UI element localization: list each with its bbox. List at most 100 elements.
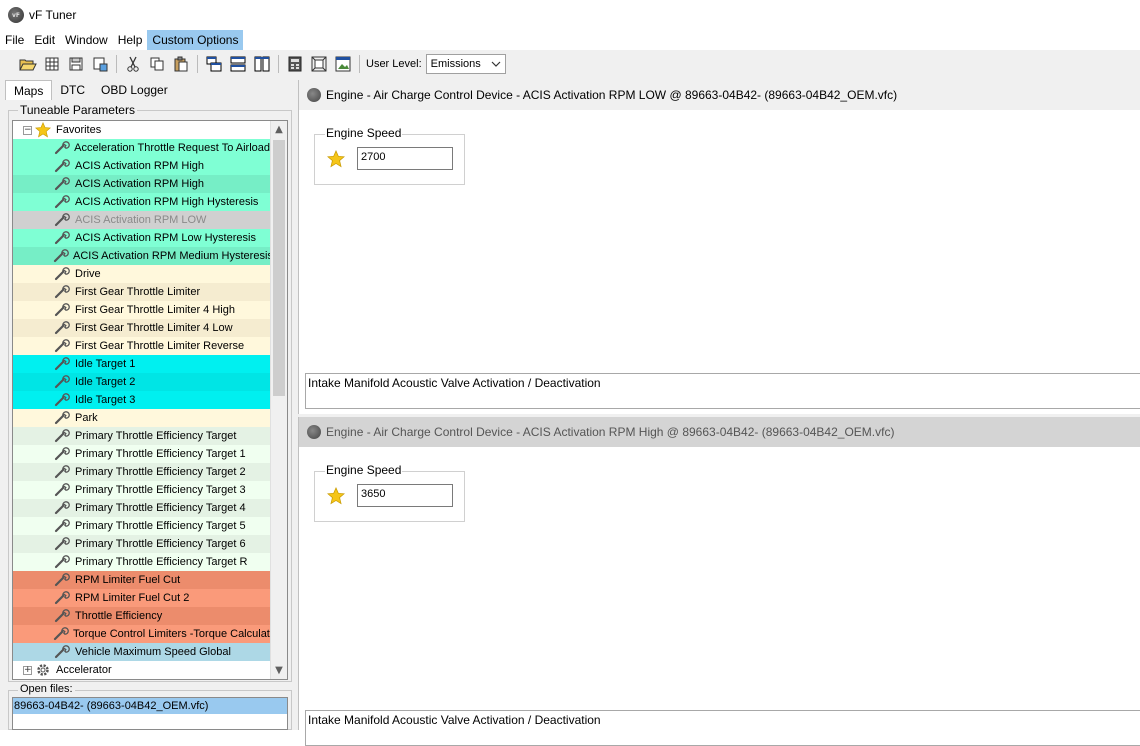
menu-window[interactable]: Window bbox=[60, 30, 113, 50]
save-as-icon[interactable] bbox=[90, 54, 110, 74]
tree-item[interactable]: Idle Target 1 bbox=[13, 355, 270, 373]
tree-item[interactable]: First Gear Throttle Limiter 4 High bbox=[13, 301, 270, 319]
tree-folder-favorites[interactable]: − Favorites bbox=[13, 121, 270, 139]
tab-obd-logger[interactable]: OBD Logger bbox=[93, 80, 176, 100]
tree-item-label: Primary Throttle Efficiency Target 5 bbox=[75, 520, 246, 532]
tree-item[interactable]: Idle Target 2 bbox=[13, 373, 270, 391]
tree-item[interactable]: Primary Throttle Efficiency Target R bbox=[13, 553, 270, 571]
engine-speed-input[interactable]: 2700 bbox=[357, 147, 453, 170]
wrench-icon bbox=[53, 554, 71, 570]
wrench-icon bbox=[53, 572, 71, 588]
window-title: vF Tuner bbox=[29, 8, 77, 22]
tree-item[interactable]: Torque Control Limiters -Torque Calculat… bbox=[13, 625, 270, 643]
map-description: Intake Manifold Acoustic Valve Activatio… bbox=[305, 710, 1140, 746]
paste-icon[interactable] bbox=[171, 54, 191, 74]
parameter-tree[interactable]: − Favorites Acceleration Throttle Request … bbox=[12, 120, 288, 680]
tree-item[interactable]: ACIS Activation RPM LOW bbox=[13, 211, 270, 229]
tree-item-label: Primary Throttle Efficiency Target 3 bbox=[75, 484, 246, 496]
cascade-windows-icon[interactable] bbox=[204, 54, 224, 74]
tab-maps[interactable]: Maps bbox=[5, 80, 53, 100]
tree-item-label: ACIS Activation RPM LOW bbox=[75, 214, 207, 226]
tree-item[interactable]: Idle Target 3 bbox=[13, 391, 270, 409]
scroll-down-icon[interactable]: ▼ bbox=[271, 662, 287, 679]
tree-item[interactable]: ACIS Activation RPM High Hysteresis bbox=[13, 193, 270, 211]
tree-item[interactable]: RPM Limiter Fuel Cut 2 bbox=[13, 589, 270, 607]
gear-icon bbox=[34, 662, 52, 678]
grid-icon[interactable] bbox=[42, 54, 62, 74]
open-folder-icon[interactable] bbox=[18, 54, 38, 74]
tree-item[interactable]: Primary Throttle Efficiency Target 4 bbox=[13, 499, 270, 517]
wrench-icon bbox=[53, 266, 71, 282]
scroll-thumb[interactable] bbox=[273, 140, 285, 396]
tree-item[interactable]: Primary Throttle Efficiency Target 1 bbox=[13, 445, 270, 463]
tree-item-label: ACIS Activation RPM Low Hysteresis bbox=[75, 232, 256, 244]
wrench-icon bbox=[53, 410, 71, 426]
tree-item[interactable]: First Gear Throttle Limiter bbox=[13, 283, 270, 301]
star-icon[interactable] bbox=[327, 487, 345, 505]
wrench-icon bbox=[53, 338, 71, 354]
tree-item[interactable]: ACIS Activation RPM High bbox=[13, 175, 270, 193]
menu-help[interactable]: Help bbox=[113, 30, 148, 50]
tree-item[interactable]: Acceleration Throttle Request To Airload bbox=[13, 139, 270, 157]
wrench-icon bbox=[53, 374, 71, 390]
tree-item[interactable]: ACIS Activation RPM Low Hysteresis bbox=[13, 229, 270, 247]
user-level-label: User Level: bbox=[366, 58, 422, 70]
menu-file[interactable]: File bbox=[0, 30, 29, 50]
fit-screen-icon[interactable] bbox=[309, 54, 329, 74]
star-icon[interactable] bbox=[327, 150, 345, 168]
tab-dtc[interactable]: DTC bbox=[52, 80, 93, 100]
tile-horizontal-icon[interactable] bbox=[228, 54, 248, 74]
tree-folder-accelerator[interactable]: + Accelerator bbox=[13, 661, 270, 679]
tree-item[interactable]: First Gear Throttle Limiter 4 Low bbox=[13, 319, 270, 337]
tree-item-label: Primary Throttle Efficiency Target 4 bbox=[75, 502, 246, 514]
collapse-icon[interactable]: − bbox=[23, 125, 32, 135]
wrench-icon bbox=[53, 140, 70, 156]
wrench-icon bbox=[53, 536, 71, 552]
open-files-list: 89663-04B42- (89663-04B42_OEM.vfc) bbox=[12, 697, 288, 730]
tree-item[interactable]: RPM Limiter Fuel Cut bbox=[13, 571, 270, 589]
tree-item[interactable]: ACIS Activation RPM High bbox=[13, 157, 270, 175]
copy-icon[interactable] bbox=[147, 54, 167, 74]
cut-icon[interactable] bbox=[123, 54, 143, 74]
tree-item[interactable]: ACIS Activation RPM Medium Hysteresis bbox=[13, 247, 270, 265]
tree-scrollbar[interactable]: ▲ ▼ bbox=[270, 121, 287, 679]
tree-item-label: First Gear Throttle Limiter Reverse bbox=[75, 340, 245, 352]
tree-item[interactable]: First Gear Throttle Limiter Reverse bbox=[13, 337, 270, 355]
open-file-item[interactable]: 89663-04B42- (89663-04B42_OEM.vfc) bbox=[13, 698, 287, 714]
tree-item[interactable]: Throttle Efficiency bbox=[13, 607, 270, 625]
tree-item[interactable]: Primary Throttle Efficiency Target 3 bbox=[13, 481, 270, 499]
map-window-title-bar[interactable]: Engine - Air Charge Control Device - ACI… bbox=[299, 417, 1140, 447]
tree-item-label: First Gear Throttle Limiter 4 Low bbox=[75, 322, 233, 334]
tree-item[interactable]: Vehicle Maximum Speed Global bbox=[13, 643, 270, 661]
wrench-icon bbox=[53, 248, 69, 264]
user-level-select[interactable]: Emissions bbox=[425, 54, 506, 74]
parameter-tree-items: − Favorites Acceleration Throttle Request … bbox=[13, 121, 270, 679]
tree-item[interactable]: Park bbox=[13, 409, 270, 427]
map-window-title: Engine - Air Charge Control Device - ACI… bbox=[326, 425, 895, 439]
tile-vertical-icon[interactable] bbox=[252, 54, 272, 74]
menu-custom-options[interactable]: Custom Options bbox=[147, 30, 244, 50]
tree-item-label: Throttle Efficiency bbox=[75, 610, 163, 622]
expand-icon[interactable]: + bbox=[23, 665, 32, 675]
toolbar-separator bbox=[278, 55, 279, 73]
scroll-up-icon[interactable]: ▲ bbox=[271, 121, 287, 138]
tree-item-label: RPM Limiter Fuel Cut bbox=[75, 574, 181, 586]
tree-item-label: ACIS Activation RPM High Hysteresis bbox=[75, 196, 259, 208]
tree-item[interactable]: Primary Throttle Efficiency Target 5 bbox=[13, 517, 270, 535]
tree-item[interactable]: Primary Throttle Efficiency Target 2 bbox=[13, 463, 270, 481]
menu-edit[interactable]: Edit bbox=[29, 30, 60, 50]
tree-item[interactable]: Drive bbox=[13, 265, 270, 283]
image-window-icon[interactable] bbox=[333, 54, 353, 74]
engine-speed-input[interactable]: 3650 bbox=[357, 484, 453, 507]
toolbar-separator bbox=[359, 55, 360, 73]
tree-item-label: Idle Target 3 bbox=[75, 394, 136, 406]
tree-item[interactable]: Primary Throttle Efficiency Target 6 bbox=[13, 535, 270, 553]
tree-item-label: Drive bbox=[75, 268, 101, 280]
calculator-icon[interactable] bbox=[285, 54, 305, 74]
save-icon[interactable] bbox=[66, 54, 86, 74]
map-window-title-bar[interactable]: Engine - Air Charge Control Device - ACI… bbox=[299, 80, 1140, 110]
tree-item[interactable]: Primary Throttle Efficiency Target bbox=[13, 427, 270, 445]
tree-item-label: Park bbox=[75, 412, 98, 424]
app-logo-icon: vF bbox=[8, 7, 24, 23]
tree-item-label: First Gear Throttle Limiter 4 High bbox=[75, 304, 235, 316]
